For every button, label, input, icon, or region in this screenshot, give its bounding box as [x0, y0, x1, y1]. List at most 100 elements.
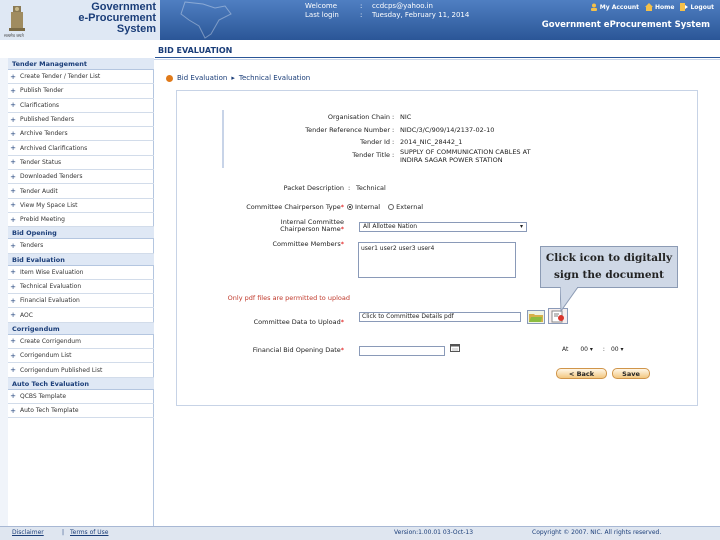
- sidebar-item[interactable]: + Corrigendum List: [8, 349, 154, 364]
- welcome-separator: :: [360, 2, 363, 10]
- internal-chair-label-line2: Chairperson Name: [280, 225, 341, 233]
- back-button[interactable]: < Back: [556, 368, 607, 379]
- sidebar-bullet-icon: +: [10, 296, 16, 305]
- save-button[interactable]: Save: [612, 368, 650, 379]
- required-marker: *: [340, 225, 344, 233]
- sidebar-item-label: Tenders: [20, 242, 44, 250]
- footer-divider: |: [62, 529, 65, 536]
- sidebar-item[interactable]: + Publish Tender: [8, 84, 154, 99]
- sidebar-item[interactable]: + Corrigendum Published List: [8, 363, 154, 378]
- sidebar-section-heading: Corrigendum: [8, 322, 154, 335]
- sidebar-item[interactable]: + Published Tenders: [8, 113, 154, 128]
- disclaimer-link[interactable]: Disclaimer: [12, 529, 44, 536]
- callout-line-2: sign the document: [554, 269, 664, 281]
- sidebar-item[interactable]: + Tenders: [8, 239, 154, 254]
- header-bar: सत्यमेव जयते Government e-Procurement Sy…: [0, 0, 720, 40]
- committee-type-text: Committee Chairperson Type: [246, 203, 341, 211]
- sidebar-item[interactable]: + Prebid Meeting: [8, 213, 154, 228]
- sidebar-item[interactable]: + Archived Clarifications: [8, 142, 154, 156]
- upload-text: Committee Data to Upload: [253, 318, 341, 326]
- sidebar-item[interactable]: + QCBS Template: [8, 390, 154, 404]
- required-marker: *: [340, 346, 344, 354]
- chevron-down-icon: ▾: [519, 223, 523, 230]
- sidebar-item-label: Prebid Meeting: [20, 216, 65, 224]
- welcome-label: Welcome: [305, 2, 338, 10]
- sidebar-item-label: Financial Evaluation: [20, 297, 80, 305]
- packet-desc-label: Packet Description: [283, 184, 344, 192]
- sidebar-bullet-icon: +: [10, 406, 16, 415]
- sidebar-left-strip: [0, 58, 8, 526]
- tender-id-label: Tender Id: [360, 138, 390, 146]
- tender-ref-value: NIDC/3/C/909/14/2137-02-10: [400, 126, 495, 134]
- sidebar-item[interactable]: + Item Wise Evaluation: [8, 266, 154, 280]
- brand-line-3: System: [116, 23, 156, 35]
- sidebar-item[interactable]: + Downloaded Tenders: [8, 170, 154, 185]
- home-label: Home: [655, 3, 675, 11]
- sidebar-item[interactable]: + Auto Tech Template: [8, 404, 154, 419]
- brand-title: Government e-Procurement System: [40, 2, 156, 35]
- sidebar-item[interactable]: + Archive Tenders: [8, 127, 154, 142]
- breadcrumb: Bid Evaluation ▸ Technical Evaluation: [166, 74, 310, 82]
- user-icon: [590, 3, 597, 11]
- at-label: At: [562, 346, 569, 353]
- breadcrumb-separator-icon: ▸: [231, 74, 235, 82]
- logout-link[interactable]: Logout: [680, 3, 714, 11]
- sidebar-item[interactable]: + Create Corrigendum: [8, 335, 154, 350]
- sidebar-item[interactable]: + Create Tender / Tender List: [8, 70, 154, 85]
- calendar-icon[interactable]: [450, 343, 460, 352]
- fin-date-input[interactable]: [359, 346, 445, 356]
- sidebar-bullet-icon: +: [10, 187, 16, 196]
- sidebar-bullet-icon: +: [10, 311, 16, 320]
- sidebar-item[interactable]: + Tender Status: [8, 156, 154, 171]
- sidebar-item[interactable]: + Financial Evaluation: [8, 294, 154, 309]
- sidebar-bullet-icon: +: [10, 86, 16, 95]
- minute-select[interactable]: 00 ▾: [611, 346, 624, 353]
- sidebar-item-label: Archived Clarifications: [20, 144, 88, 152]
- members-textarea[interactable]: user1 user2 user3 user4: [358, 242, 516, 278]
- sidebar-item-label: Item Wise Evaluation: [20, 268, 84, 276]
- internal-chair-selected: All Allottee Nation: [363, 223, 418, 230]
- sidebar: Tender Management + Create Tender / Tender…: [8, 58, 154, 526]
- org-chain-label: Organisation Chain: [327, 113, 390, 121]
- hour-select[interactable]: 00 ▾: [580, 346, 593, 353]
- tender-ref-colon: :: [392, 126, 395, 134]
- sidebar-item[interactable]: + AOC: [8, 309, 154, 323]
- breadcrumb-bid-evaluation[interactable]: Bid Evaluation: [177, 74, 227, 82]
- india-map-icon: [180, 1, 232, 39]
- pdf-note: Only pdf files are permitted to upload: [227, 294, 350, 302]
- sidebar-item[interactable]: + Technical Evaluation: [8, 280, 154, 295]
- my-account-link[interactable]: My Account: [590, 3, 639, 11]
- sidebar-item[interactable]: + Clarifications: [8, 99, 154, 113]
- sidebar-item-label: Auto Tech Template: [20, 407, 79, 415]
- tender-id-colon: :: [392, 138, 395, 146]
- sidebar-item-label: Clarifications: [20, 101, 60, 109]
- home-link[interactable]: Home: [645, 3, 674, 11]
- logout-icon: [680, 3, 689, 11]
- sidebar-bullet-icon: +: [10, 392, 16, 401]
- sidebar-item[interactable]: + Tender Audit: [8, 184, 154, 199]
- sidebar-item-label: Archive Tenders: [20, 130, 68, 138]
- terms-link[interactable]: Terms of Use: [70, 529, 108, 536]
- time-select-group: At 00 ▾ : 00 ▾: [562, 346, 624, 353]
- sidebar-item-label: Tender Status: [20, 158, 62, 166]
- time-colon: :: [602, 346, 605, 353]
- logo-area: सत्यमेव जयते Government e-Procurement Sy…: [0, 0, 160, 40]
- info-left-bar: [222, 110, 224, 168]
- sidebar-item[interactable]: + View My Space List: [8, 199, 154, 213]
- tender-title-colon: :: [392, 151, 395, 159]
- copyright-text: Copyright © 2007. NIC. All rights reserv…: [532, 529, 662, 536]
- packet-desc-value: Technical: [356, 184, 386, 192]
- required-marker: *: [340, 240, 344, 248]
- tender-title-value: SUPPLY OF COMMUNICATION CABLES AT INDIRA…: [400, 148, 531, 164]
- sidebar-bullet-icon: +: [10, 366, 16, 375]
- my-account-label: My Account: [599, 3, 640, 11]
- page-heading: BID EVALUATION: [158, 46, 233, 55]
- internal-chair-select[interactable]: All Allottee Nation ▾: [359, 222, 527, 232]
- browse-button[interactable]: [527, 310, 545, 324]
- radio-internal[interactable]: [347, 204, 353, 210]
- sidebar-bullet-icon: +: [10, 115, 16, 124]
- radio-external[interactable]: [388, 204, 395, 210]
- upload-file-field[interactable]: Click to Committee Details pdf: [359, 312, 521, 322]
- fin-date-label: Financial Bid Opening Date*: [184, 346, 344, 354]
- sidebar-bullet-icon: +: [10, 158, 16, 167]
